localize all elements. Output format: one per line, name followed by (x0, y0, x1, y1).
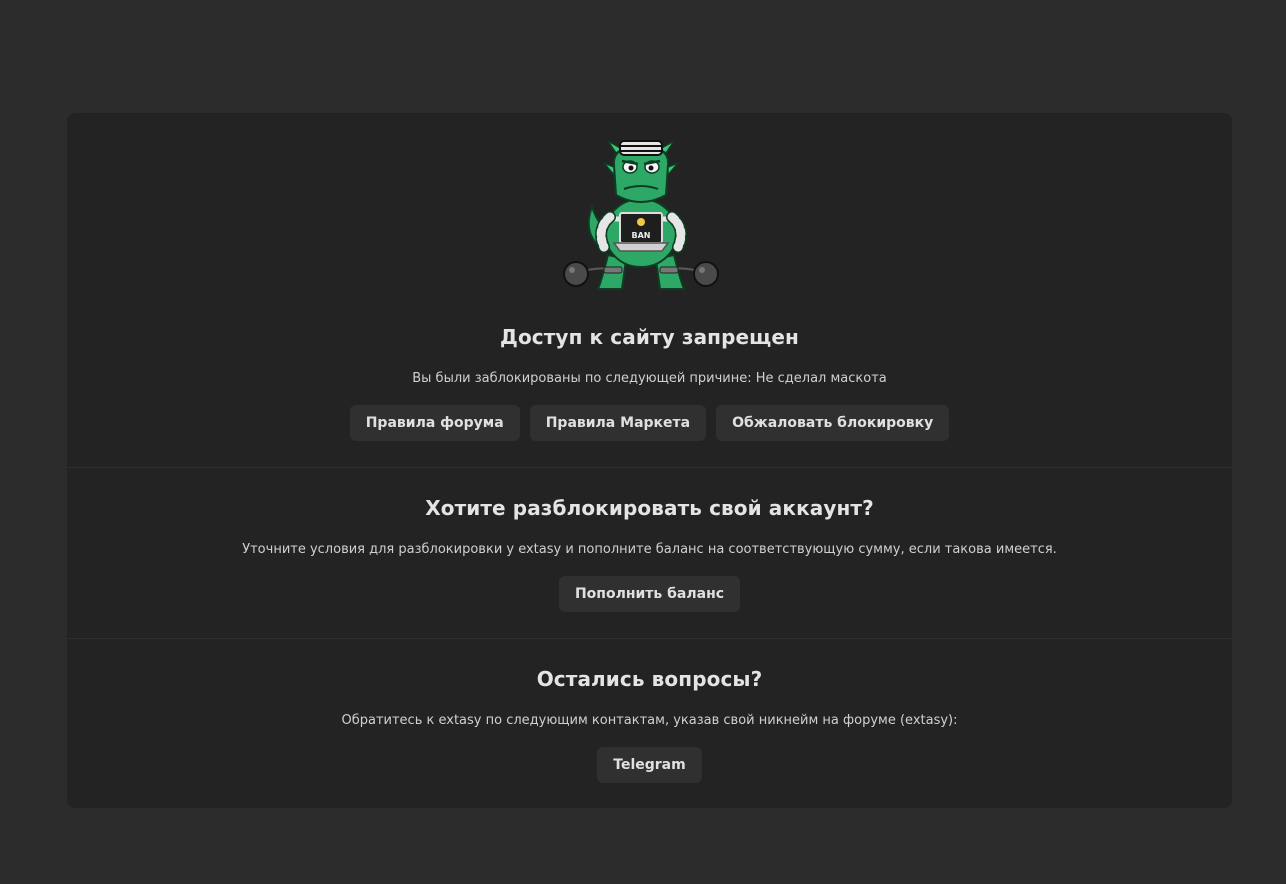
ban-section: BAN Доступ к сайту запрещен Вы были забл… (67, 113, 1232, 467)
laptop-ban-label: BAN (632, 231, 651, 240)
ban-reason: Вы были заблокированы по следующей причи… (412, 371, 887, 386)
top-up-balance-button[interactable]: Пополнить баланс (558, 576, 741, 612)
telegram-button[interactable]: Telegram (597, 747, 702, 783)
unban-title: Хотите разблокировать свой аккаунт? (425, 496, 874, 520)
ban-mascot-illustration: BAN (563, 140, 719, 290)
ban-actions: Правила форума Правила Маркета Обжаловат… (67, 405, 1232, 441)
forum-rules-button[interactable]: Правила форума (349, 405, 520, 441)
ban-card: BAN Доступ к сайту запрещен Вы были забл… (67, 113, 1232, 808)
appeal-ban-button[interactable]: Обжаловать блокировку (716, 405, 950, 441)
questions-title: Остались вопросы? (536, 667, 763, 691)
contact-actions: Telegram (67, 747, 1232, 783)
unban-actions: Пополнить баланс (67, 576, 1232, 612)
ban-title: Доступ к сайту запрещен (500, 325, 799, 349)
market-rules-button[interactable]: Правила Маркета (529, 405, 707, 441)
questions-section: Остались вопросы? Обратитесь к extasy по… (67, 638, 1232, 808)
questions-description: Обратитесь к extasy по следующим контакт… (341, 713, 958, 728)
unban-description: Уточните условия для разблокировки у ext… (242, 542, 1057, 557)
unban-section: Хотите разблокировать свой аккаунт? Уточ… (67, 467, 1232, 639)
